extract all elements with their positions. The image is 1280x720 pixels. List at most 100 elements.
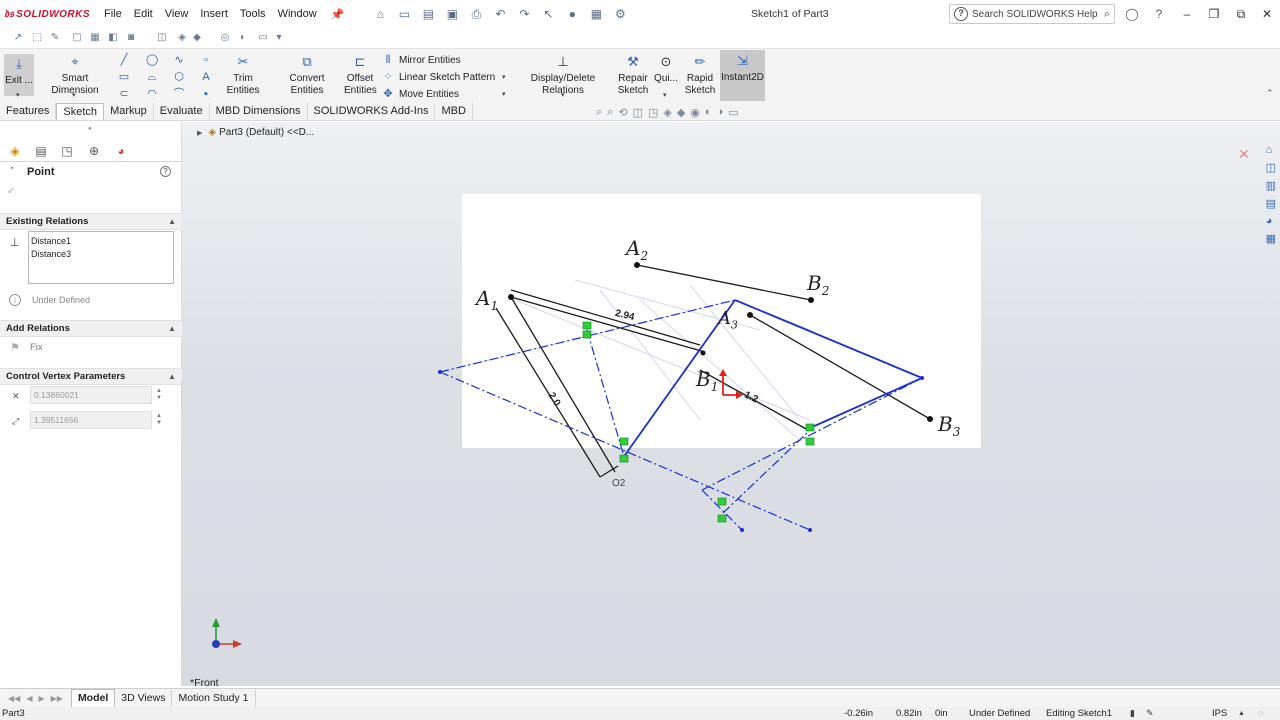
text-tool-icon[interactable]: A (200, 71, 212, 83)
offset-entities-button[interactable]: ⊏ Offset Entities (344, 54, 377, 97)
menu-view[interactable]: View (159, 8, 195, 21)
redo-icon[interactable]: ↷ (514, 6, 534, 22)
menu-tools[interactable]: Tools (234, 8, 272, 21)
scroll-prev-icon[interactable]: ◀ (26, 694, 32, 703)
move-entities-button[interactable]: ✥ Move Entities (381, 87, 459, 101)
help-icon[interactable]: ? (1151, 6, 1167, 22)
circle-tool-icon[interactable]: ◯ (146, 54, 158, 66)
quick-snaps-dropdown-icon[interactable]: ▾ (663, 91, 667, 99)
options-gear-icon[interactable]: ⚙ (610, 6, 630, 22)
property-manager-tab-icon[interactable]: ▤ (33, 143, 49, 159)
zoom-icon[interactable]: ◫ (155, 31, 169, 45)
feature-tree-flyout[interactable]: ▶ ◈ Part3 (Default) <<D... (197, 127, 314, 138)
slot-straight-icon[interactable]: ⊂ (118, 88, 130, 100)
scroll-first-icon[interactable]: ◀◀ (8, 694, 20, 703)
search-icon[interactable]: ⌕ (1104, 8, 1110, 21)
slot-tool-icon[interactable]: ⌓ (146, 71, 158, 83)
relation-item-distance3[interactable]: Distance3 (31, 248, 171, 261)
section-view-icon[interactable]: ◫ (633, 106, 643, 119)
scroll-last-icon[interactable]: ▶▶ (51, 694, 63, 703)
view-settings-icon[interactable]: ▭ (728, 106, 738, 119)
print-icon[interactable]: ⎙ (466, 6, 486, 22)
tab-motion-study[interactable]: Motion Study 1 (172, 689, 256, 707)
spline-tool-icon[interactable]: ∿ (173, 54, 185, 66)
point-tool-icon[interactable]: ⌒ (173, 88, 185, 100)
polygon-tool-icon[interactable]: ⬡ (173, 71, 185, 83)
fillet-disabled-icon[interactable]: ▫ (200, 54, 212, 66)
minimize-button[interactable]: – (1179, 6, 1195, 22)
task-pane-library-icon[interactable]: ▥ (1266, 179, 1276, 192)
file-properties-icon[interactable]: ▦ (586, 6, 606, 22)
smart-dimension-dropdown-icon[interactable]: ▾ (72, 91, 76, 99)
home-icon[interactable]: ⌂ (370, 6, 390, 22)
display-style-icon[interactable]: ◆ (677, 106, 685, 119)
search-help-input[interactable]: ? Search SOLIDWORKS Help ⌕ (949, 4, 1115, 24)
y-coordinate-field[interactable]: 1.39511656 (30, 411, 152, 429)
tab-evaluate[interactable]: Evaluate (154, 103, 210, 120)
exit-sketch-button[interactable]: ⤓ Exit ... (4, 54, 34, 96)
collapse-ribbon-icon[interactable]: ⌃ (1266, 88, 1274, 99)
tab-3d-views[interactable]: 3D Views (115, 689, 173, 707)
section-icon[interactable]: ◈ (175, 31, 189, 45)
move-dropdown-icon[interactable]: ▾ (502, 90, 506, 98)
task-pane-appearance-icon[interactable]: ◕ (1266, 215, 1276, 227)
convert-entities-button[interactable]: ⧉ Convert Entities (272, 54, 342, 97)
grid-icon[interactable]: ▦ (88, 31, 102, 45)
existing-relations-header[interactable]: Existing Relations ▲ (0, 213, 182, 230)
help-circle-icon[interactable]: ? (160, 166, 171, 177)
menu-edit[interactable]: Edit (128, 8, 159, 21)
tab-mbd[interactable]: MBD (435, 103, 473, 120)
add-relations-header[interactable]: Add Relations ▲ (0, 320, 182, 337)
solidworks-logo[interactable]: 𝔡𝔰 SOLIDWORKS (4, 8, 90, 21)
save-icon[interactable]: ▣ (442, 6, 462, 22)
menu-insert[interactable]: Insert (194, 8, 234, 21)
dimxpert-manager-tab-icon[interactable]: ⊕ (86, 143, 102, 159)
hide-show-icon[interactable]: ◉ (690, 106, 700, 119)
status-units[interactable]: IPS (1212, 707, 1227, 720)
panel-grip-icon[interactable]: ● (88, 126, 92, 132)
view-orientation-icon[interactable]: ◈ (663, 106, 671, 119)
scroll-next-icon[interactable]: ▶ (38, 694, 44, 703)
configuration-manager-tab-icon[interactable]: ◳ (59, 143, 75, 159)
tab-mbd-dimensions[interactable]: MBD Dimensions (210, 103, 308, 120)
appearance-icon[interactable]: ◎ (218, 31, 232, 45)
ok-checkmark-icon[interactable]: ✓ (7, 186, 15, 197)
box-select-icon[interactable]: ⬚ (30, 31, 44, 45)
menu-window[interactable]: Window (272, 8, 323, 21)
new-document-icon[interactable]: ▭ (394, 6, 414, 22)
relation-item-distance1[interactable]: Distance1 (31, 235, 171, 248)
tab-model[interactable]: Model (70, 688, 116, 708)
display-style-icon[interactable]: ◆ (190, 31, 204, 45)
plane-tool-icon[interactable]: ▪ (200, 88, 212, 100)
edit-appearance-icon[interactable]: ◐ (705, 106, 712, 119)
x-coordinate-field[interactable]: 0.13860021 (30, 386, 152, 404)
task-pane-properties-icon[interactable]: ▦ (1266, 232, 1276, 245)
existing-relations-list[interactable]: Distance1 Distance3 (28, 231, 174, 284)
task-pane-resources-icon[interactable]: ◫ (1266, 161, 1276, 174)
status-help-icon[interactable]: ◌ (1258, 707, 1263, 720)
display-manager-tab-icon[interactable]: ◕ (113, 143, 129, 159)
view-icon[interactable]: ◧ (106, 31, 120, 45)
scene-icon[interactable]: ◐ (236, 31, 250, 45)
restore-down-button[interactable]: ⧉ (1233, 6, 1249, 22)
apply-scene-icon[interactable]: ◑ (717, 106, 724, 119)
select-arrow-icon[interactable]: ↗ (11, 31, 25, 45)
pin-icon[interactable]: 📌 (325, 8, 351, 21)
line-tool-icon[interactable]: ╱ (118, 54, 130, 66)
copy-icon[interactable]: ▢ (70, 31, 84, 45)
restore-button[interactable]: ❐ (1206, 6, 1222, 22)
task-pane-home-icon[interactable]: ⌂ (1266, 144, 1276, 156)
undo-icon[interactable]: ↶ (490, 6, 510, 22)
relations-dropdown-icon[interactable]: ▾ (561, 91, 565, 99)
y-spinner[interactable]: ▲ ▼ (156, 413, 164, 427)
monitor-icon[interactable]: ▭ (256, 31, 270, 45)
expand-arrow-icon[interactable]: ▶ (197, 129, 202, 137)
graphics-area[interactable]: A1 A2 A3 B1 B2 B3 2.94 2.0 1.2 O2 *Front… (182, 122, 1280, 686)
instant2d-button[interactable]: ⇲ Instant2D (720, 50, 765, 101)
fix-relation-button[interactable]: Fix (30, 342, 43, 353)
pencil-icon[interactable]: ✎ (48, 31, 62, 45)
open-icon[interactable]: ▤ (418, 6, 438, 22)
cancel-sketch-icon[interactable]: ✕ (1238, 146, 1250, 163)
control-vertex-parameters-header[interactable]: Control Vertex Parameters ▲ (0, 368, 182, 385)
dropdown-icon[interactable]: ▾ (272, 31, 286, 45)
